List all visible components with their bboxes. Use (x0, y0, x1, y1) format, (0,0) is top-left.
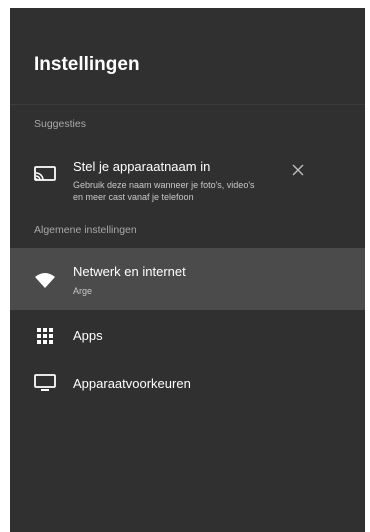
settings-item-device-preferences[interactable]: Apparaatvoorkeuren (10, 368, 365, 400)
settings-panel: Instellingen Suggesties Stel je apparaat… (10, 8, 365, 532)
suggestion-title: Stel je apparaatnaam in (73, 159, 211, 174)
suggestion-device-name[interactable]: Stel je apparaatnaam in Gebruik deze naa… (10, 142, 365, 204)
close-icon[interactable] (290, 162, 306, 178)
settings-item-network[interactable]: Netwerk en internet Arge (10, 248, 365, 310)
suggestion-description-line1: Gebruik deze naam wanneer je foto's, vid… (73, 180, 255, 190)
settings-item-apps[interactable]: Apps (10, 320, 365, 352)
wifi-icon (34, 271, 56, 289)
settings-item-network-sublabel: Arge (73, 286, 93, 296)
apps-grid-icon (34, 327, 56, 345)
tv-monitor-icon (34, 374, 56, 392)
settings-item-device-preferences-label: Apparaatvoorkeuren (73, 376, 191, 391)
section-header-suggestions: Suggesties (34, 118, 86, 130)
header-divider (10, 104, 365, 105)
settings-item-apps-label: Apps (73, 328, 103, 343)
section-header-general: Algemene instellingen (34, 224, 137, 236)
suggestion-description-line2: en meer cast vanaf je telefoon (73, 192, 194, 202)
settings-item-network-label: Netwerk en internet (73, 264, 186, 279)
cast-icon (34, 166, 56, 184)
page-title: Instellingen (34, 54, 140, 75)
